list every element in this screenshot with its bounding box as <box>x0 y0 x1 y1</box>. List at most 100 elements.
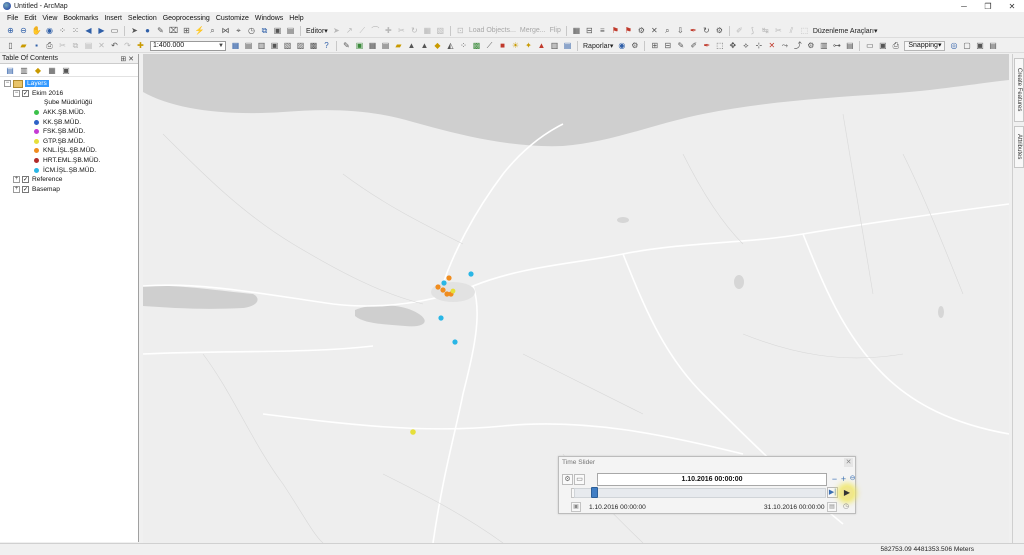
fixed-zoom-in-icon[interactable]: ⁘ <box>58 26 67 35</box>
menu-help[interactable]: Help <box>286 15 306 22</box>
hyperlink-icon[interactable]: ⚡ <box>195 26 205 35</box>
basemap-layer-label[interactable]: Basemap <box>32 186 60 193</box>
zoom-in-icon[interactable]: ⊕ <box>6 26 15 35</box>
tin-icon[interactable]: ◭ <box>446 41 455 50</box>
layout-view-icon[interactable]: ▭ <box>110 26 119 35</box>
settings-icon[interactable]: ⚙ <box>715 26 724 35</box>
triangle2-icon[interactable]: ▲ <box>420 41 429 50</box>
menu-selection[interactable]: Selection <box>125 15 160 22</box>
editor-toolbar-icon[interactable]: ▦ <box>231 41 240 50</box>
full-extent-icon[interactable]: ◉ <box>45 26 54 35</box>
legend-item[interactable]: İCM.İŞL.ŞB.MÜD. <box>0 165 138 175</box>
refresh-icon[interactable]: ↻ <box>702 26 711 35</box>
search-window-icon[interactable]: ▣ <box>270 41 279 50</box>
editor-dropdown[interactable]: Editor▾ <box>306 27 328 35</box>
options-icon[interactable]: ⚙ <box>562 474 573 485</box>
search-icon[interactable]: ⌕ <box>663 26 672 35</box>
create-features-tab[interactable]: Create Features <box>1014 58 1024 122</box>
zoom-in-time-icon[interactable]: + <box>839 474 848 485</box>
export-video-icon[interactable]: ▣ <box>571 502 581 512</box>
tree-row-reference[interactable]: + ✓ Reference <box>0 175 138 185</box>
tool-vertex-icon[interactable]: ⟡ <box>741 41 750 50</box>
time-track[interactable] <box>574 488 826 498</box>
options-icon[interactable]: ⚙ <box>630 41 639 50</box>
folder-icon[interactable]: ▰ <box>394 41 403 50</box>
edge-snapping-icon[interactable]: ▤ <box>988 41 997 50</box>
grid-icon[interactable]: ▦ <box>368 41 377 50</box>
split-line-icon[interactable]: ⟋ <box>485 41 494 50</box>
full-time-extent-icon[interactable]: ⊖ <box>848 474 857 485</box>
tool-select-icon[interactable]: ⬚ <box>715 41 724 50</box>
menu-windows[interactable]: Windows <box>252 15 286 22</box>
tool-move-icon[interactable]: ✥ <box>728 41 737 50</box>
play-icon[interactable]: ▶ <box>841 487 853 499</box>
layer-tools-icon[interactable]: ⊟ <box>663 41 672 50</box>
time-slider-thumb[interactable] <box>590 487 598 498</box>
fixed-zoom-out-icon[interactable]: ⁙ <box>71 26 80 35</box>
open-folder-icon[interactable]: ▰ <box>19 41 28 50</box>
list-by-visibility-icon[interactable]: ◆ <box>33 65 43 75</box>
visibility-checkbox[interactable]: ✓ <box>22 89 29 97</box>
tool-options-icon[interactable]: ⚙ <box>806 41 815 50</box>
map-icon[interactable]: ▣ <box>355 41 364 50</box>
find-route-icon[interactable]: ⋈ <box>221 26 230 35</box>
measure-icon[interactable]: ⊞ <box>182 26 191 35</box>
measure-tool-icon[interactable]: ▭ <box>865 41 874 50</box>
find-icon[interactable]: ⌕ <box>208 26 217 35</box>
tool-icon[interactable]: ✕ <box>650 26 659 35</box>
undo-icon[interactable]: ↶ <box>110 41 119 50</box>
time-settings-icon[interactable]: ▤ <box>827 502 837 512</box>
legend-item[interactable]: HRT.EML.ŞB.MÜD. <box>0 156 138 166</box>
select-elements-icon[interactable]: ➤ <box>130 26 139 35</box>
tool-snap-icon[interactable]: ⊹ <box>754 41 763 50</box>
red-pen-icon[interactable]: ✒ <box>689 26 698 35</box>
menu-edit[interactable]: Edit <box>21 15 39 22</box>
points-icon[interactable]: ⁘ <box>459 41 468 50</box>
tool-link-icon[interactable]: ⊶ <box>832 41 841 50</box>
chevron-down-icon[interactable]: ▼ <box>217 42 225 50</box>
collapse-icon[interactable]: − <box>13 89 20 97</box>
visibility-checkbox[interactable]: ✓ <box>22 185 29 193</box>
snapping-dropdown[interactable]: Snapping▾ <box>904 40 946 51</box>
zoom-out-icon[interactable]: ⊖ <box>19 26 28 35</box>
print-preview-icon[interactable]: ⎙ <box>891 41 900 50</box>
toc-options-icon[interactable]: ▣ <box>61 65 71 75</box>
table-icon[interactable]: ▦ <box>572 26 581 35</box>
help-icon[interactable]: ? <box>322 41 331 50</box>
zoom-out-time-icon[interactable]: − <box>830 474 839 485</box>
modelbuilder-icon[interactable]: ▩ <box>309 41 318 50</box>
menu-file[interactable]: File <box>4 15 21 22</box>
forward-extent-icon[interactable]: ▶ <box>97 26 106 35</box>
menu-customize[interactable]: Customize <box>213 15 252 22</box>
pencil-icon[interactable]: ✎ <box>156 26 165 35</box>
menu-insert[interactable]: Insert <box>101 15 125 22</box>
map-scale-combo[interactable]: 1:400.000 ▼ <box>150 40 226 51</box>
html-popup-icon[interactable]: ⌧ <box>169 26 178 35</box>
list-by-selection-icon[interactable]: ▦ <box>47 65 57 75</box>
legend-item[interactable]: GTP.ŞB.MÜD. <box>0 137 138 147</box>
tree-row-basemap[interactable]: + ✓ Basemap <box>0 185 138 195</box>
table-of-contents-icon[interactable]: ▤ <box>244 41 253 50</box>
effects-icon[interactable]: ▤ <box>286 26 295 35</box>
raporlar-dropdown[interactable]: Raporlar▾ <box>583 42 613 50</box>
flag-icon[interactable]: ⚑ <box>611 26 620 35</box>
minimize-button[interactable]: ─ <box>952 0 976 12</box>
polygon-icon[interactable]: ◆ <box>433 41 442 50</box>
go-to-xy-icon[interactable]: ⌖ <box>234 26 243 35</box>
visibility-checkbox[interactable]: ✓ <box>22 176 29 184</box>
group-layer-label[interactable]: Ekim 2016 <box>32 90 63 97</box>
expand-icon[interactable]: + <box>13 176 20 184</box>
python-icon[interactable]: ▨ <box>296 41 305 50</box>
stop-icon[interactable]: ■ <box>498 41 507 50</box>
legend-item[interactable]: KK.ŞB.MÜD. <box>0 117 138 127</box>
tool-red-icon[interactable]: ✒ <box>702 41 711 50</box>
record-icon[interactable]: ≡ <box>598 26 607 35</box>
layer-icon[interactable]: ▤ <box>381 41 390 50</box>
identify-icon[interactable]: ● <box>143 26 152 35</box>
tool-stats-icon[interactable]: ▥ <box>819 41 828 50</box>
back-extent-icon[interactable]: ◀ <box>84 26 93 35</box>
collapse-icon[interactable]: − <box>4 80 11 88</box>
list-by-drawing-order-icon[interactable]: ▤ <box>5 65 15 75</box>
menu-view[interactable]: View <box>39 15 60 22</box>
globe-icon[interactable]: ◉ <box>617 41 626 50</box>
